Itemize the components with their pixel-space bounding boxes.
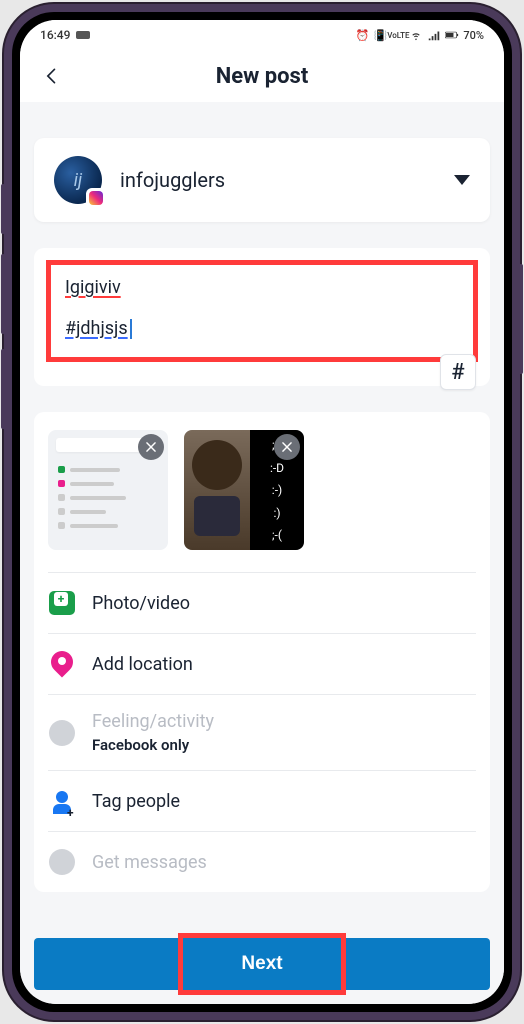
tag-people-icon: + [48, 787, 76, 815]
caption-card: Igigiviv #jdhjsjs # [34, 248, 490, 386]
vibrate-icon: 📳 [373, 28, 387, 42]
thumb-preview-lines [58, 466, 140, 536]
photo-video-option[interactable]: Photo/video [34, 573, 490, 633]
phone-button-left-3 [1, 349, 5, 429]
hashtag-button[interactable]: # [440, 354, 476, 390]
wifi-icon [409, 28, 423, 42]
phone-frame: 16:49 ⏰ 📳 VoLTE 70% [4, 4, 520, 1020]
emoticon: ;-( [272, 528, 282, 542]
phone-button-left-2 [1, 254, 5, 334]
messages-icon [48, 848, 76, 876]
caption-line-2: #jdhjsjs [65, 318, 459, 339]
attachment-thumbnail-2[interactable]: ;-) :-D :-) :) ;-( [184, 430, 304, 550]
add-location-label: Add location [92, 654, 193, 675]
status-indicator-icon [76, 31, 90, 39]
signal-icon [427, 28, 441, 42]
smile-icon [48, 719, 76, 747]
thumbnail-row: ;-) :-D :-) :) ;-( [34, 430, 490, 572]
photo-video-label: Photo/video [92, 593, 190, 614]
attachments-card: ;-) :-D :-) :) ;-( [34, 412, 490, 892]
content-scroll[interactable]: ij infojugglers Igigiviv #jdhjsjs # [20, 102, 504, 928]
avatar-wrap: ij [54, 156, 102, 204]
photo-video-icon [48, 589, 76, 617]
emoticon: :-) [272, 483, 282, 497]
feeling-activity-option[interactable]: Feeling/activity Facebook only [34, 695, 490, 770]
get-messages-label: Get messages [92, 852, 207, 873]
instagram-badge-icon [86, 188, 106, 208]
remove-attachment-1-button[interactable] [138, 434, 164, 460]
status-bar: 16:49 ⏰ 📳 VoLTE 70% [20, 20, 504, 50]
tag-people-label: Tag people [92, 791, 180, 812]
caption-line-1: Igigiviv [65, 277, 459, 298]
attachment-thumbnail-1[interactable] [48, 430, 168, 550]
volte-icon: VoLTE [391, 28, 405, 42]
screen: 16:49 ⏰ 📳 VoLTE 70% [20, 20, 504, 1004]
phone-inner: 16:49 ⏰ 📳 VoLTE 70% [12, 12, 512, 1012]
alarm-icon: ⏰ [355, 28, 369, 42]
phone-button-right [519, 264, 523, 374]
tag-people-option[interactable]: + Tag people [34, 771, 490, 831]
feeling-sublabel: Facebook only [92, 736, 214, 754]
emoticon: :-D [270, 461, 284, 475]
account-name: infojugglers [120, 168, 454, 192]
footer: Next [20, 928, 504, 1004]
emoticon: :) [273, 506, 280, 520]
battery-icon [445, 28, 459, 42]
page-title: New post [216, 64, 309, 89]
status-time: 16:49 [40, 28, 70, 42]
thumb2-photo-collage [184, 430, 250, 550]
battery-percent: 70% [463, 29, 484, 42]
add-location-option[interactable]: Add location [34, 634, 490, 694]
location-pin-icon [48, 650, 76, 678]
account-selector[interactable]: ij infojugglers [34, 138, 490, 222]
caption-input[interactable]: Igigiviv #jdhjsjs [46, 260, 478, 362]
next-button[interactable]: Next [34, 938, 490, 990]
phone-button-left-1 [1, 184, 5, 234]
text-cursor [130, 319, 132, 339]
chevron-down-icon [454, 175, 470, 185]
feeling-label: Feeling/activity [92, 711, 214, 732]
get-messages-option[interactable]: Get messages [34, 832, 490, 892]
caption-hashtag: #jdhjsjs [65, 318, 128, 339]
header: New post [20, 50, 504, 102]
back-button[interactable] [40, 64, 64, 88]
